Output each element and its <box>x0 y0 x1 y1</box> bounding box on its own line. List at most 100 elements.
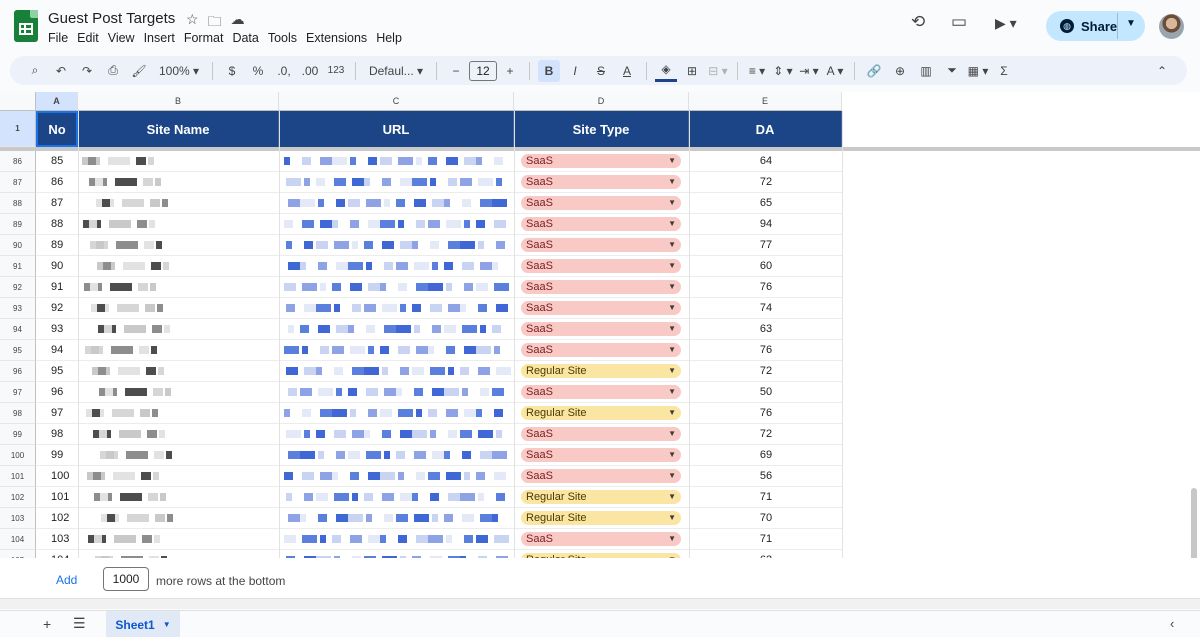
row-header[interactable]: 99 <box>0 424 36 445</box>
text-color-button[interactable]: A <box>616 60 638 82</box>
table-row[interactable]: 89 SaaS ▼ 77 <box>36 235 842 256</box>
row-header[interactable]: 89 <box>0 214 36 235</box>
sheet-grid[interactable]: A B C D E 1 No Site Name URL Site Type D… <box>0 92 1200 558</box>
borders-icon[interactable]: ⊞ <box>681 60 703 82</box>
dropdown-arrow-icon[interactable]: ▼ <box>668 259 676 273</box>
row-header[interactable]: 105 <box>0 550 36 558</box>
vertical-align-icon[interactable]: ⇕ ▾ <box>772 60 794 82</box>
column-header-b[interactable]: B <box>78 92 279 111</box>
cell-url[interactable] <box>280 382 514 402</box>
avatar[interactable] <box>1159 14 1184 39</box>
cell-site-name[interactable] <box>78 487 278 507</box>
column-header-e[interactable]: E <box>689 92 842 111</box>
cell-url[interactable] <box>280 298 514 318</box>
menu-file[interactable]: File <box>48 31 73 45</box>
row-header-1[interactable]: 1 <box>0 111 36 147</box>
cell-site-type[interactable]: Regular Site ▼ <box>515 508 689 528</box>
site-type-chip[interactable]: SaaS ▼ <box>521 238 681 252</box>
cell-url[interactable] <box>280 550 514 558</box>
cell-site-name[interactable] <box>78 235 278 255</box>
site-type-chip[interactable]: SaaS ▼ <box>521 469 681 483</box>
cell-da[interactable]: 77 <box>690 235 842 255</box>
cell-site-type[interactable]: SaaS ▼ <box>515 340 689 360</box>
cell-da[interactable]: 65 <box>690 193 842 213</box>
cell-url[interactable] <box>280 151 514 171</box>
sheets-logo-icon[interactable] <box>14 10 38 42</box>
menu-data[interactable]: Data <box>232 31 263 45</box>
row-header[interactable]: 102 <box>0 487 36 508</box>
collapse-toolbar-icon[interactable]: ⌃ <box>1151 60 1173 82</box>
cell-site-name[interactable] <box>78 382 278 402</box>
row-header[interactable]: 92 <box>0 277 36 298</box>
cell-no[interactable]: 101 <box>36 487 77 507</box>
add-sheet-icon[interactable]: + <box>43 616 51 632</box>
menu-help[interactable]: Help <box>376 31 407 45</box>
meet-video-icon[interactable]: ▶ ▾ <box>995 15 1017 32</box>
site-type-chip[interactable]: SaaS ▼ <box>521 427 681 441</box>
paint-format-icon[interactable]: 🖌 <box>128 60 150 82</box>
cell-site-name[interactable] <box>78 172 278 192</box>
filter-views-icon[interactable]: ▦ ▾ <box>967 60 989 82</box>
cell-no[interactable]: 89 <box>36 235 77 255</box>
column-header-a[interactable]: A <box>36 92 78 111</box>
row-header[interactable]: 98 <box>0 403 36 424</box>
cell-site-type[interactable]: SaaS ▼ <box>515 256 689 276</box>
header-cell-site-name[interactable]: Site Name <box>78 111 279 147</box>
cell-site-type[interactable]: SaaS ▼ <box>515 424 689 444</box>
cell-da[interactable]: 69 <box>690 445 842 465</box>
cell-no[interactable]: 102 <box>36 508 77 528</box>
insert-comment-icon[interactable]: ⊕ <box>889 60 911 82</box>
site-type-chip[interactable]: SaaS ▼ <box>521 385 681 399</box>
percent-format-button[interactable]: % <box>247 60 269 82</box>
undo-icon[interactable]: ↶ <box>50 60 72 82</box>
share-dropdown-icon[interactable]: ▼ <box>1126 18 1136 29</box>
row-header[interactable]: 96 <box>0 361 36 382</box>
cell-site-name[interactable] <box>78 319 278 339</box>
cell-site-type[interactable]: SaaS ▼ <box>515 529 689 549</box>
cell-da[interactable]: 64 <box>690 151 842 171</box>
dropdown-arrow-icon[interactable]: ▼ <box>668 448 676 462</box>
menu-edit[interactable]: Edit <box>77 31 104 45</box>
table-row[interactable]: 98 SaaS ▼ 72 <box>36 424 842 445</box>
cell-no[interactable]: 85 <box>36 151 77 171</box>
menu-tools[interactable]: Tools <box>268 31 302 45</box>
cell-site-type[interactable]: SaaS ▼ <box>515 298 689 318</box>
chevron-left-icon[interactable]: ‹ <box>1170 616 1174 631</box>
site-type-chip[interactable]: SaaS ▼ <box>521 259 681 273</box>
dropdown-arrow-icon[interactable]: ▼ <box>668 238 676 252</box>
cell-url[interactable] <box>280 214 514 234</box>
cell-da[interactable]: 63 <box>690 319 842 339</box>
cell-site-name[interactable] <box>78 277 278 297</box>
cell-da[interactable]: 94 <box>690 214 842 234</box>
menu-view[interactable]: View <box>108 31 140 45</box>
cell-da[interactable]: 74 <box>690 298 842 318</box>
number-format-button[interactable]: 123 <box>325 60 347 82</box>
functions-button[interactable]: Σ <box>993 60 1015 82</box>
redo-icon[interactable]: ↷ <box>76 60 98 82</box>
cell-da[interactable]: 72 <box>690 172 842 192</box>
header-cell-url[interactable]: URL <box>279 111 514 147</box>
dropdown-arrow-icon[interactable]: ▼ <box>668 175 676 189</box>
horizontal-align-icon[interactable]: ≡ ▾ <box>746 60 768 82</box>
version-history-icon[interactable]: ⟲ <box>911 12 925 32</box>
text-rotation-icon[interactable]: A ▾ <box>824 60 846 82</box>
site-type-chip[interactable]: SaaS ▼ <box>521 217 681 231</box>
dropdown-arrow-icon[interactable]: ▼ <box>668 490 676 504</box>
cell-no[interactable]: 97 <box>36 403 77 423</box>
table-row[interactable]: 101 Regular Site ▼ 71 <box>36 487 842 508</box>
merge-cells-icon[interactable]: ⊟ ▾ <box>707 60 729 82</box>
header-cell-no[interactable]: No <box>36 111 78 147</box>
cell-da[interactable]: 72 <box>690 361 842 381</box>
cell-no[interactable]: 92 <box>36 298 77 318</box>
cell-da[interactable]: 72 <box>690 424 842 444</box>
cell-site-name[interactable] <box>78 193 278 213</box>
table-row[interactable]: 91 SaaS ▼ 76 <box>36 277 842 298</box>
insert-link-icon[interactable]: 🔗 <box>863 60 885 82</box>
create-filter-icon[interactable]: ⏷ <box>941 60 963 82</box>
cell-site-type[interactable]: Regular Site ▼ <box>515 403 689 423</box>
decrease-decimal-button[interactable]: .0, <box>273 60 295 82</box>
row-header[interactable]: 88 <box>0 193 36 214</box>
row-header[interactable]: 104 <box>0 529 36 550</box>
table-row[interactable]: 85 SaaS ▼ 64 <box>36 151 842 172</box>
cell-site-name[interactable] <box>78 361 278 381</box>
